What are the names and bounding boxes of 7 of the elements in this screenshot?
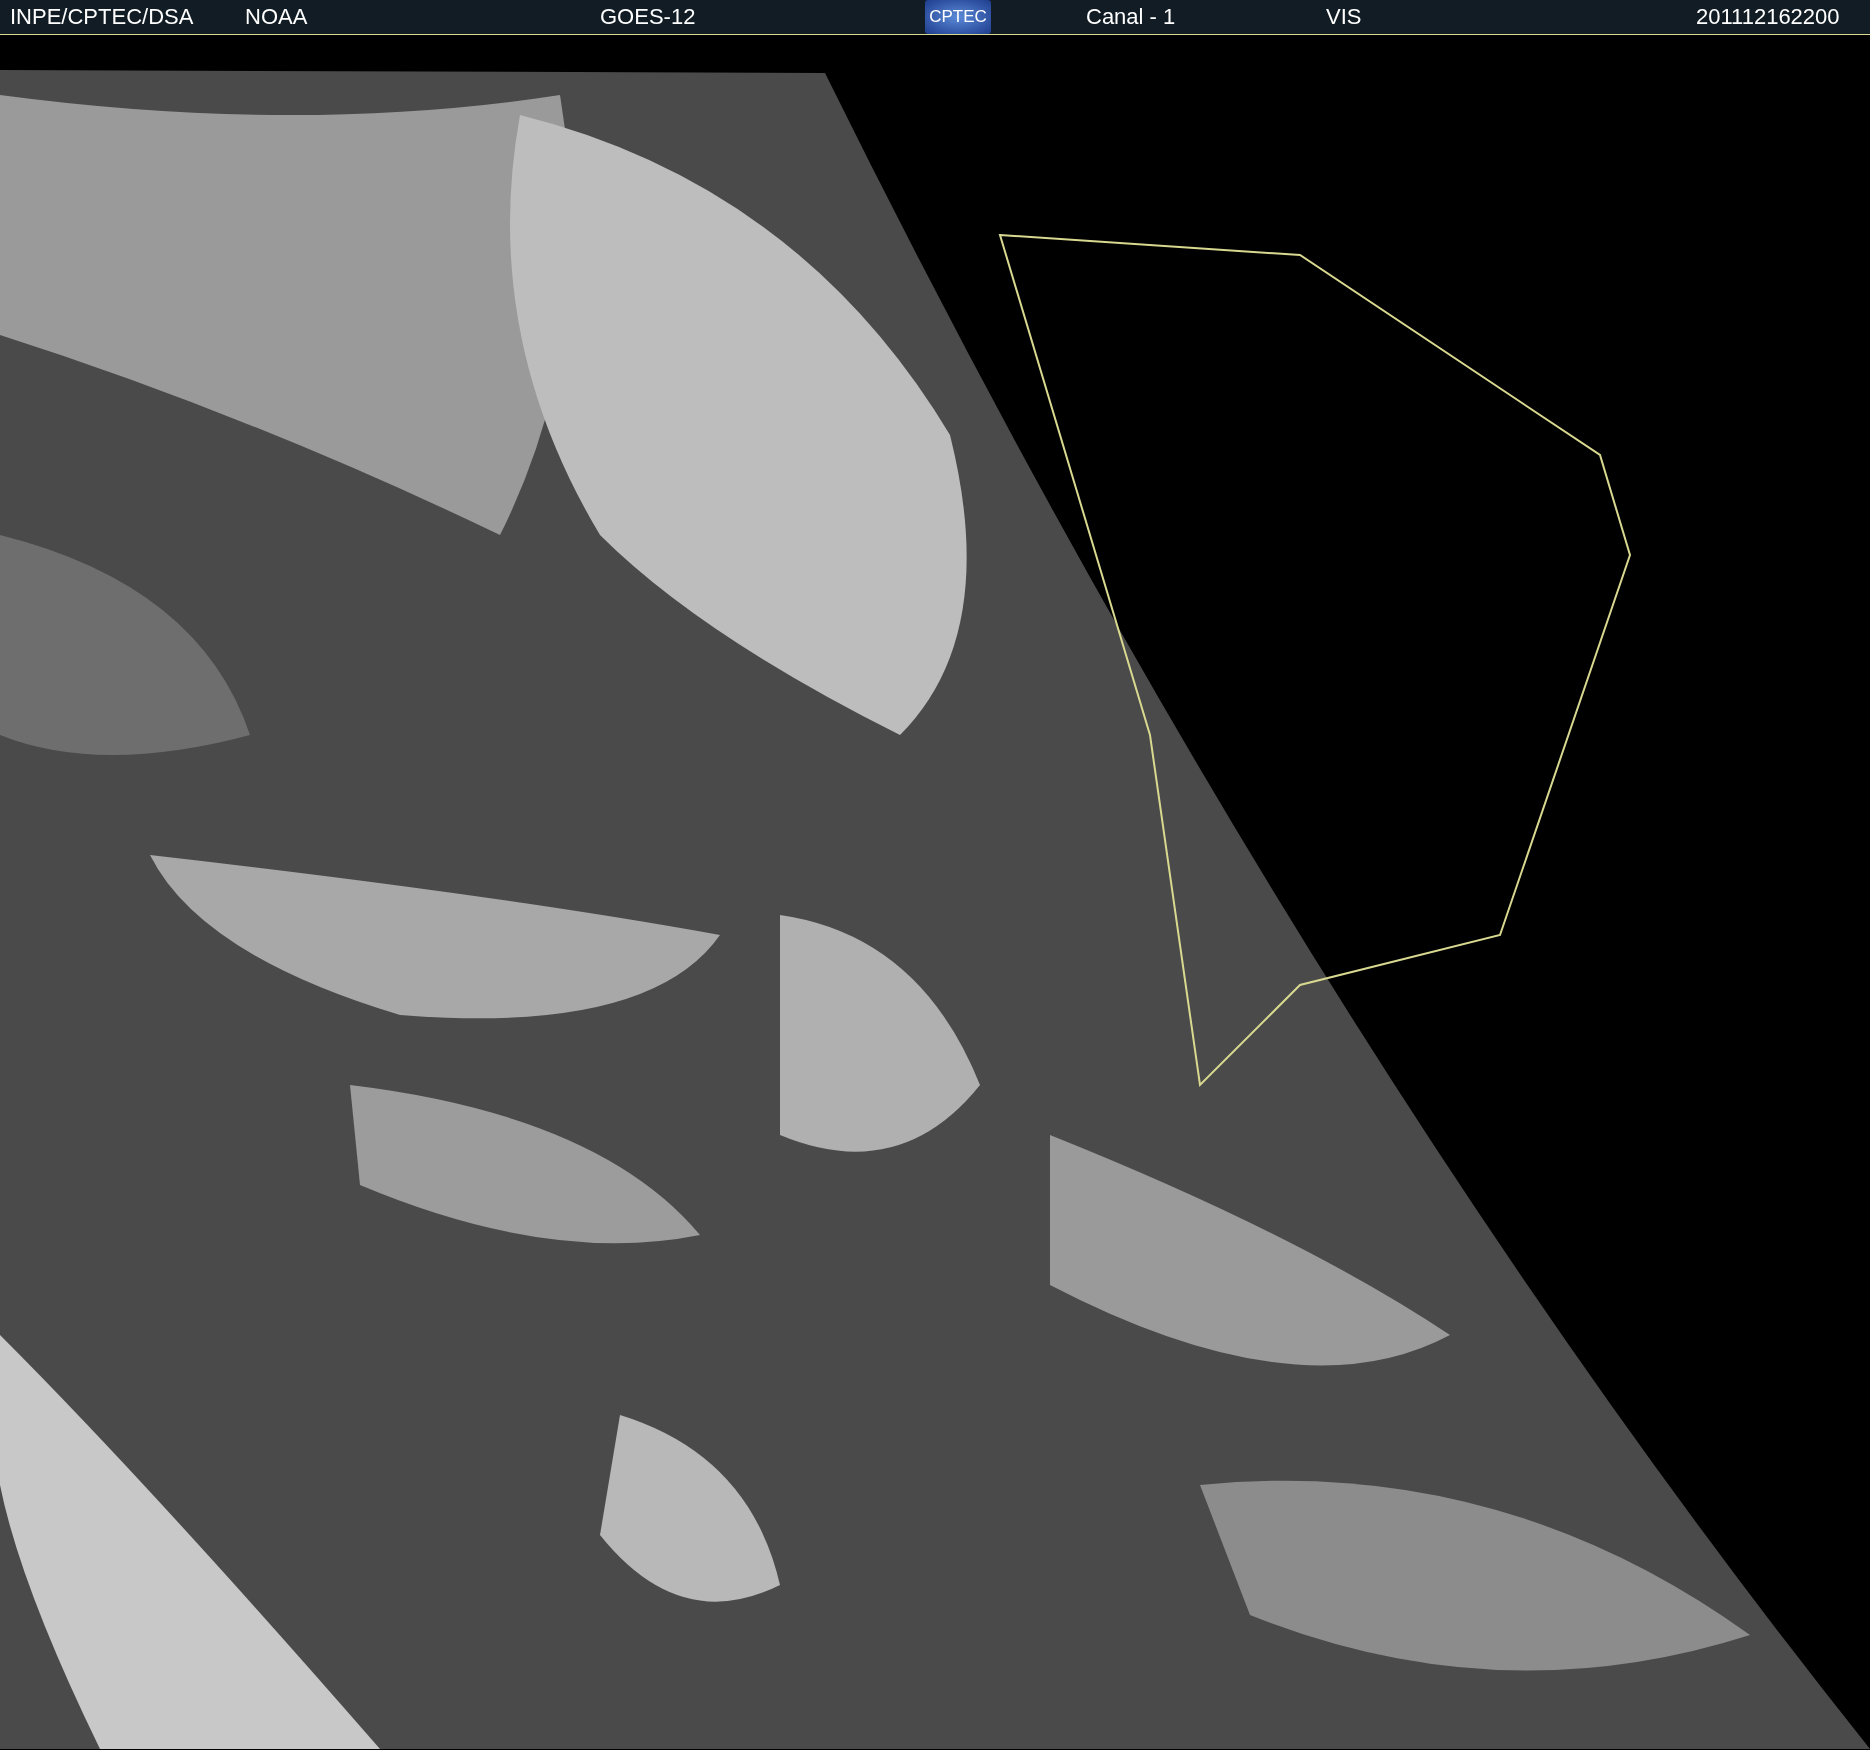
- channel-label: Canal - 1: [1086, 4, 1177, 30]
- agency-label: NOAA: [245, 4, 309, 30]
- satellite-label: GOES-12: [600, 4, 697, 30]
- timestamp-label: 201112162200: [1696, 4, 1840, 30]
- source-label: INPE/CPTEC/DSA: [10, 4, 195, 30]
- logo: CPTEC: [925, 0, 991, 34]
- band-label: VIS: [1326, 4, 1363, 30]
